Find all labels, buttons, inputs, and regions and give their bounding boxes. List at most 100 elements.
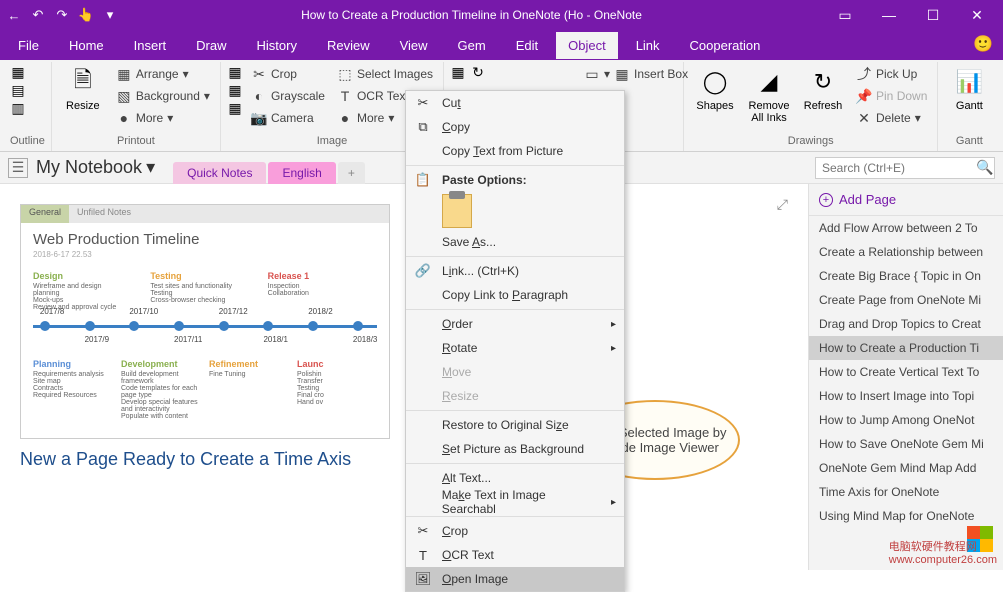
page-item[interactable]: How to Jump Among OneNot [809, 408, 1003, 432]
page-item[interactable]: Time Axis for OneNote [809, 480, 1003, 504]
search-input[interactable] [822, 161, 977, 175]
box-icon1[interactable]: ▦ [450, 64, 466, 80]
embedded-image[interactable]: General Unfiled Notes Web Production Tim… [20, 204, 390, 439]
expand-icon[interactable]: ⤢ [777, 196, 788, 213]
add-page-button[interactable]: + Add Page [809, 184, 1003, 216]
page-item[interactable]: Create a Relationship between [809, 240, 1003, 264]
paste-option-icon[interactable] [442, 194, 472, 228]
ribbon-mode-icon[interactable]: ▭ [825, 1, 865, 29]
maximize-icon[interactable]: ☐ [913, 1, 953, 29]
pickup-button[interactable]: ⤴Pick Up [852, 64, 931, 84]
delete-icon: ✕ [856, 110, 872, 126]
menu-link[interactable]: Link [624, 32, 672, 59]
section-tab-quicknotes[interactable]: Quick Notes [173, 162, 266, 184]
ctx-item[interactable]: Copy Link to Paragraph [406, 283, 624, 307]
ctx-item[interactable]: Make Text in Image Searchabl▸ [406, 490, 624, 514]
search-box[interactable]: 🔍 [815, 157, 995, 179]
ctx-item[interactable]: ✂Crop [406, 519, 624, 543]
outline-icon2[interactable]: ▤ [10, 82, 26, 98]
ctx-item[interactable]: Order▸ [406, 312, 624, 336]
menu-history[interactable]: History [245, 32, 309, 59]
redo-icon[interactable]: ↷ [54, 7, 70, 23]
ctx-item[interactable]: 🖼Open Image [406, 567, 624, 591]
grayscale-button[interactable]: ◐Grayscale [247, 86, 329, 106]
ctx-item[interactable]: Set Picture as Background [406, 437, 624, 461]
ctx-icon [414, 233, 432, 251]
ctx-item[interactable]: TOCR Text [406, 543, 624, 567]
ctx-item[interactable]: Copy Text from Picture [406, 139, 624, 163]
emb-tab-general: General [21, 205, 69, 223]
ribbon-group-gantt: 📊Gantt Gantt [938, 62, 1000, 151]
menu-home[interactable]: Home [57, 32, 116, 59]
page-item[interactable]: Add Flow Arrow between 2 To [809, 216, 1003, 240]
image-icon2[interactable]: ▦ [227, 82, 243, 98]
page-item[interactable]: How to Save OneNote Gem Mi [809, 432, 1003, 456]
outline-icon3[interactable]: ▥ [10, 100, 26, 116]
page-item[interactable]: How to Create a Production Ti [809, 336, 1003, 360]
touch-icon[interactable]: 👆 [78, 7, 94, 23]
ribbon-label-drawings: Drawings [690, 133, 931, 149]
menu-insert[interactable]: Insert [122, 32, 179, 59]
ribbon-group-drawings: ◯Shapes ◢Remove All Inks ↻Refresh ⤴Pick … [684, 62, 938, 151]
undo-icon[interactable]: ↶ [30, 7, 46, 23]
page-item[interactable]: How to Insert Image into Topi [809, 384, 1003, 408]
ctx-icon: 📋 [414, 171, 432, 189]
ctx-icon [414, 286, 432, 304]
background-button[interactable]: ▧Background ▾ [112, 86, 214, 106]
menu-gem[interactable]: Gem [446, 32, 498, 59]
camera-button[interactable]: 📷Camera [247, 108, 329, 128]
select-images-button[interactable]: ⬚Select Images [333, 64, 437, 84]
page-item[interactable]: OneNote Gem Mind Map Add [809, 456, 1003, 480]
section-tabs: Quick Notes English + [173, 152, 367, 184]
printout-more-button[interactable]: ●More ▾ [112, 108, 214, 128]
page-content: ⤢ General Unfiled Notes Web Production T… [0, 184, 808, 570]
search-icon[interactable]: 🔍 [977, 160, 993, 176]
ctx-item[interactable]: Restore to Original Size [406, 413, 624, 437]
refresh-button[interactable]: ↻Refresh [798, 64, 848, 114]
minimize-icon[interactable]: — [869, 1, 909, 29]
page-item[interactable]: Create Big Brace { Topic in On [809, 264, 1003, 288]
ctx-item[interactable]: 🔗Link... (Ctrl+K) [406, 259, 624, 283]
ctx-icon [414, 363, 432, 381]
menu-object[interactable]: Object [556, 32, 618, 59]
page-item[interactable]: Create Page from OneNote Mi [809, 288, 1003, 312]
ctx-item[interactable]: Alt Text... [406, 466, 624, 490]
remove-inks-button[interactable]: ◢Remove All Inks [744, 64, 794, 126]
dropdown-icon[interactable]: ▾ [102, 7, 118, 23]
ctx-item[interactable]: Rotate▸ [406, 336, 624, 360]
nav-toggle-icon[interactable]: ☰ [8, 158, 28, 178]
notebook-name[interactable]: My Notebook ▾ [36, 157, 155, 178]
shapes-button[interactable]: ◯Shapes [690, 64, 740, 114]
delete-button[interactable]: ✕Delete ▾ [852, 108, 931, 128]
ctx-item[interactable]: Save As... [406, 230, 624, 254]
menu-draw[interactable]: Draw [184, 32, 238, 59]
page-item[interactable]: Drag and Drop Topics to Creat [809, 312, 1003, 336]
outline-icon[interactable]: ▦ [10, 64, 26, 80]
page-item[interactable]: Using Mind Map for OneNote [809, 504, 1003, 528]
page-list: + Add Page Add Flow Arrow between 2 ToCr… [808, 184, 1003, 570]
menu-file[interactable]: File [6, 32, 51, 59]
section-tab-english[interactable]: English [268, 162, 335, 184]
crop-button[interactable]: ✂Crop [247, 64, 329, 84]
menu-review[interactable]: Review [315, 32, 382, 59]
image-icon3[interactable]: ▦ [227, 100, 243, 116]
gantt-button[interactable]: 📊Gantt [944, 64, 994, 114]
image-icon1[interactable]: ▦ [227, 64, 243, 80]
section-tab-add[interactable]: + [338, 162, 365, 184]
menu-edit[interactable]: Edit [504, 32, 550, 59]
ribbon-label-gantt: Gantt [944, 133, 994, 149]
page-item[interactable]: How to Create Vertical Text To [809, 360, 1003, 384]
box-icon2[interactable]: ↻ [470, 64, 486, 80]
quick-access-toolbar: ← ↶ ↷ 👆 ▾ [6, 7, 118, 23]
arrange-button[interactable]: ▦Arrange ▾ [112, 64, 214, 84]
resize-button[interactable]: 🗎 Resize [58, 64, 108, 114]
ctx-item[interactable]: ⧉Copy [406, 115, 624, 139]
more-icon: ● [337, 110, 353, 126]
menu-cooperation[interactable]: Cooperation [678, 32, 773, 59]
close-icon[interactable]: ✕ [957, 1, 997, 29]
ctx-item[interactable]: ✂Cut [406, 91, 624, 115]
back-icon[interactable]: ← [6, 7, 22, 23]
feedback-smiley-icon[interactable]: 🙂 [973, 34, 993, 54]
insert-box-button[interactable]: ▭ ▾ ▦Insert Box [580, 64, 692, 84]
menu-view[interactable]: View [388, 32, 440, 59]
